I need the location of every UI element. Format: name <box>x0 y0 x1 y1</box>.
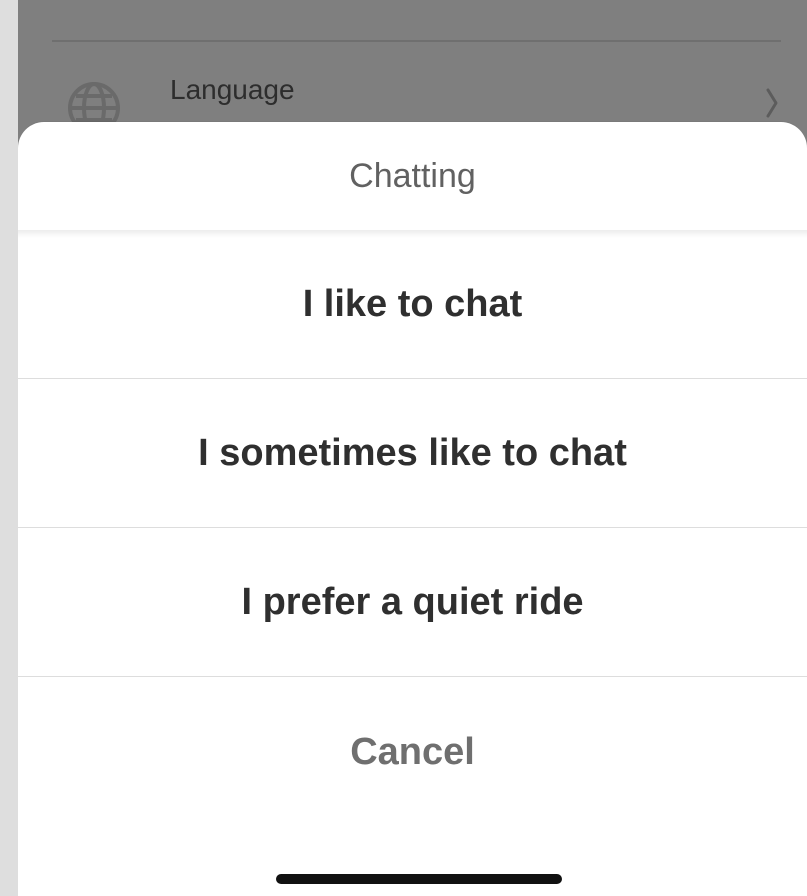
action-sheet: Chatting I like to chat I sometimes like… <box>18 122 807 896</box>
option-like-to-chat[interactable]: I like to chat <box>18 230 807 378</box>
cancel-button[interactable]: Cancel <box>18 677 807 827</box>
screen: Language Chatting I like to chat I somet… <box>18 0 807 896</box>
background-divider <box>52 40 781 42</box>
language-setting-row: Language <box>18 60 807 134</box>
option-sometimes-like-to-chat[interactable]: I sometimes like to chat <box>18 379 807 527</box>
home-indicator <box>276 874 562 884</box>
language-label: Language <box>170 74 295 105</box>
chevron-right-icon <box>766 88 778 118</box>
option-prefer-quiet-ride[interactable]: I prefer a quiet ride <box>18 528 807 676</box>
sheet-title: Chatting <box>349 156 476 195</box>
